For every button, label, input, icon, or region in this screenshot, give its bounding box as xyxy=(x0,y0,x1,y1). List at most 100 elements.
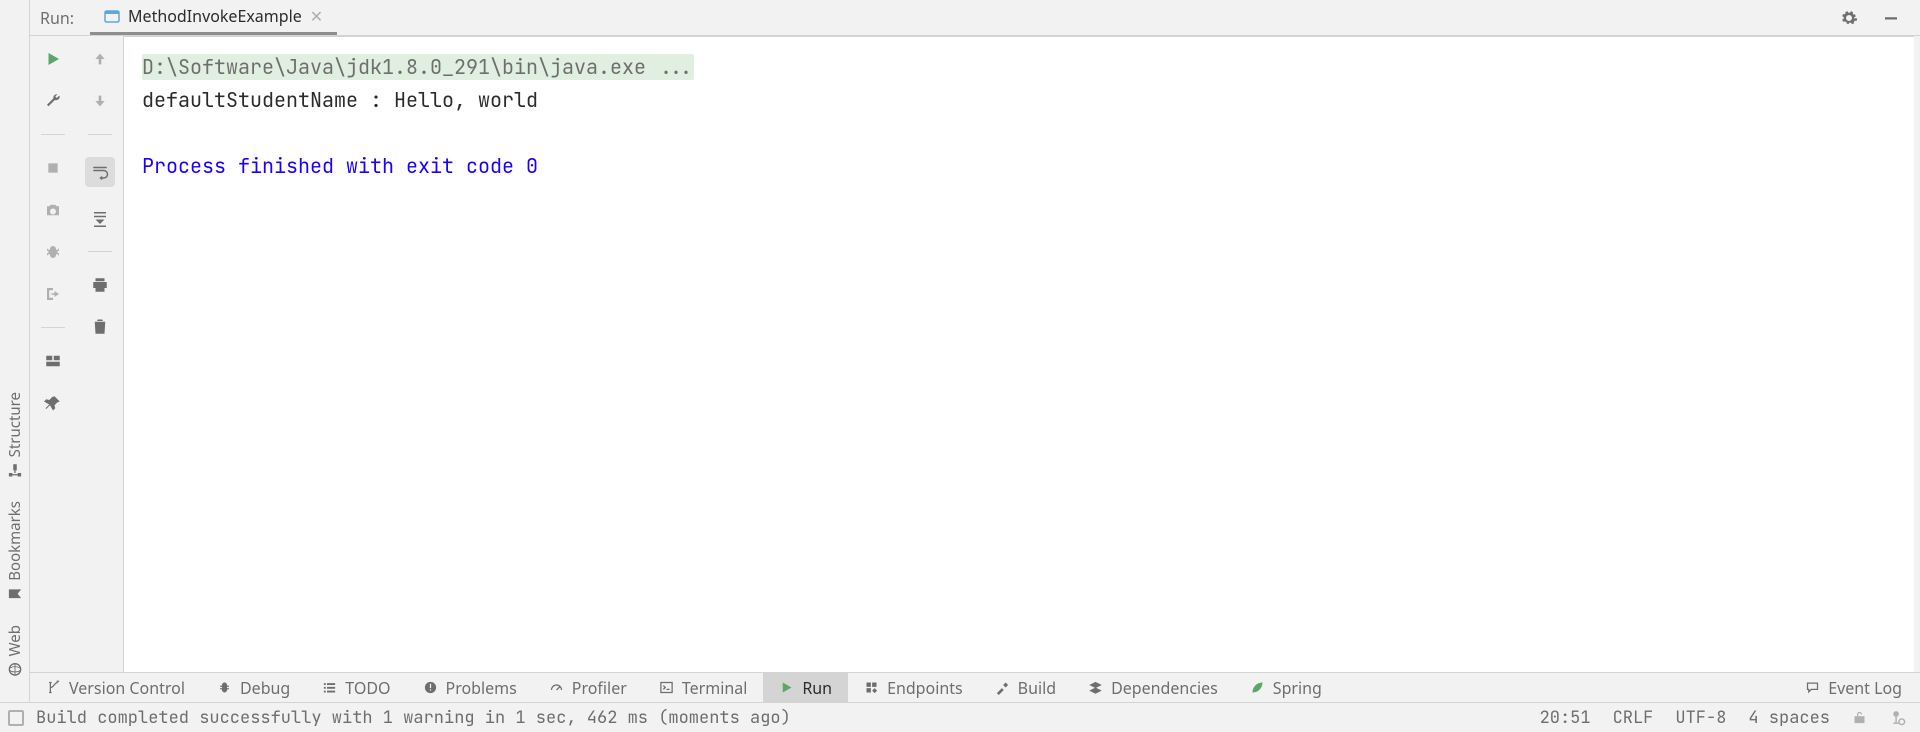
tab-terminal[interactable]: Terminal xyxy=(643,673,764,702)
hammer-icon xyxy=(995,680,1010,695)
tool-windows-toggle[interactable] xyxy=(8,710,24,726)
branch-icon xyxy=(46,680,61,695)
exit-icon xyxy=(44,285,62,303)
tab-label: Run xyxy=(802,677,832,699)
tab-label: Endpoints xyxy=(887,677,963,699)
run-tab-label: MethodInvokeExample xyxy=(128,5,302,27)
tab-label: Problems xyxy=(446,677,517,699)
dump-threads-button[interactable] xyxy=(42,199,64,221)
bug-gear-icon xyxy=(44,243,62,261)
scroll-end-icon xyxy=(91,209,109,227)
pin-button[interactable] xyxy=(42,392,64,414)
tab-problems[interactable]: Problems xyxy=(407,673,533,702)
stop-button[interactable] xyxy=(42,157,64,179)
scroll-to-end-button[interactable] xyxy=(89,207,111,229)
run-panel-title: Run: xyxy=(30,7,90,29)
exit-button[interactable] xyxy=(42,283,64,305)
soft-wrap-button[interactable] xyxy=(85,157,115,187)
bookmark-icon xyxy=(8,587,22,601)
tab-label: Version Control xyxy=(69,677,185,699)
tab-todo[interactable]: TODO xyxy=(306,673,406,702)
camera-icon xyxy=(44,201,62,219)
tool-window-label: Bookmarks xyxy=(5,501,25,581)
bug-icon xyxy=(217,680,232,695)
tab-version-control[interactable]: Version Control xyxy=(30,673,201,702)
console-output-line: defaultStudentName : Hello, world xyxy=(142,87,538,113)
tab-event-log[interactable]: Event Log xyxy=(1787,673,1920,702)
tab-build[interactable]: Build xyxy=(979,673,1072,702)
play-icon xyxy=(779,680,794,695)
tab-endpoints[interactable]: Endpoints xyxy=(848,673,979,702)
run-tabs: MethodInvokeExample ✕ xyxy=(90,0,337,35)
tab-label: Dependencies xyxy=(1111,677,1218,699)
layers-icon xyxy=(1088,680,1103,695)
attach-debugger-button[interactable] xyxy=(42,241,64,263)
play-icon xyxy=(44,50,62,68)
tab-label: Debug xyxy=(240,677,290,699)
status-encoding[interactable]: UTF-8 xyxy=(1675,707,1726,729)
next-occurrence-button[interactable] xyxy=(89,90,111,112)
tab-spring[interactable]: Spring xyxy=(1234,673,1338,702)
status-bar: Build completed successfully with 1 warn… xyxy=(0,702,1920,732)
structure-icon xyxy=(8,463,22,477)
event-log-label: Event Log xyxy=(1828,677,1902,699)
bottom-tool-window-bar: Version Control Debug TODO Problems Prof… xyxy=(30,672,1920,702)
tab-profiler[interactable]: Profiler xyxy=(533,673,643,702)
inspector-icon xyxy=(1889,709,1906,726)
left-tool-window-strip: Structure Bookmarks Web xyxy=(0,0,30,732)
stop-icon xyxy=(46,161,60,175)
edit-config-button[interactable] xyxy=(42,90,64,112)
tab-debug[interactable]: Debug xyxy=(201,673,306,702)
status-readonly-toggle[interactable] xyxy=(1852,710,1867,725)
gear-icon xyxy=(1840,9,1858,27)
layout-icon xyxy=(44,352,62,370)
print-button[interactable] xyxy=(89,274,111,296)
status-inspections[interactable] xyxy=(1889,709,1906,726)
tab-label: Profiler xyxy=(572,677,627,699)
run-panel-header: Run: MethodInvokeExample ✕ xyxy=(30,0,1920,36)
console-command-line: D:\Software\Java\jdk1.8.0_291\bin\java.e… xyxy=(142,54,694,80)
tab-label: Spring xyxy=(1273,677,1322,699)
tab-dependencies[interactable]: Dependencies xyxy=(1072,673,1234,702)
tab-label: Build xyxy=(1018,677,1056,699)
warn-icon xyxy=(423,680,438,695)
prev-occurrence-button[interactable] xyxy=(89,48,111,70)
layout-button[interactable] xyxy=(42,350,64,372)
arrow-up-icon xyxy=(92,51,108,67)
gauge-icon xyxy=(549,680,564,695)
endpoints-icon xyxy=(864,680,879,695)
tool-window-label: Structure xyxy=(5,392,25,457)
settings-button[interactable] xyxy=(1838,7,1860,29)
console-output[interactable]: D:\Software\Java\jdk1.8.0_291\bin\java.e… xyxy=(124,36,1914,672)
lock-open-icon xyxy=(1852,710,1867,725)
soft-wrap-icon xyxy=(91,163,109,181)
leaf-icon xyxy=(1250,680,1265,695)
balloon-icon xyxy=(1805,680,1820,695)
rerun-button[interactable] xyxy=(42,48,64,70)
console-exit-line: Process finished with exit code 0 xyxy=(142,153,538,179)
minimize-icon xyxy=(1882,9,1900,27)
globe-icon xyxy=(8,662,22,676)
status-line-sep[interactable]: CRLF xyxy=(1613,707,1654,729)
tool-window-web[interactable]: Web xyxy=(5,625,25,676)
tab-run[interactable]: Run xyxy=(763,673,848,702)
console-text: D:\Software\Java\jdk1.8.0_291\bin\java.e… xyxy=(124,37,1914,201)
status-indent[interactable]: 4 spaces xyxy=(1748,707,1830,729)
status-message: Build completed successfully with 1 warn… xyxy=(36,707,1540,729)
tool-window-label: Web xyxy=(5,625,25,656)
print-icon xyxy=(91,276,109,294)
terminal-icon xyxy=(659,680,674,695)
tool-window-bookmarks[interactable]: Bookmarks xyxy=(5,501,25,601)
hide-panel-button[interactable] xyxy=(1880,7,1902,29)
close-icon[interactable]: ✕ xyxy=(310,5,323,27)
wrench-icon xyxy=(44,92,62,110)
status-clock[interactable]: 20:51 xyxy=(1540,707,1591,729)
run-toolbar xyxy=(30,36,124,672)
clear-all-button[interactable] xyxy=(89,316,111,338)
app-icon xyxy=(104,8,120,24)
pin-icon xyxy=(44,394,62,412)
tool-window-structure[interactable]: Structure xyxy=(5,392,25,477)
tab-label: Terminal xyxy=(682,677,748,699)
run-tab-methodinvokeexample[interactable]: MethodInvokeExample ✕ xyxy=(90,0,337,35)
arrow-down-icon xyxy=(92,93,108,109)
